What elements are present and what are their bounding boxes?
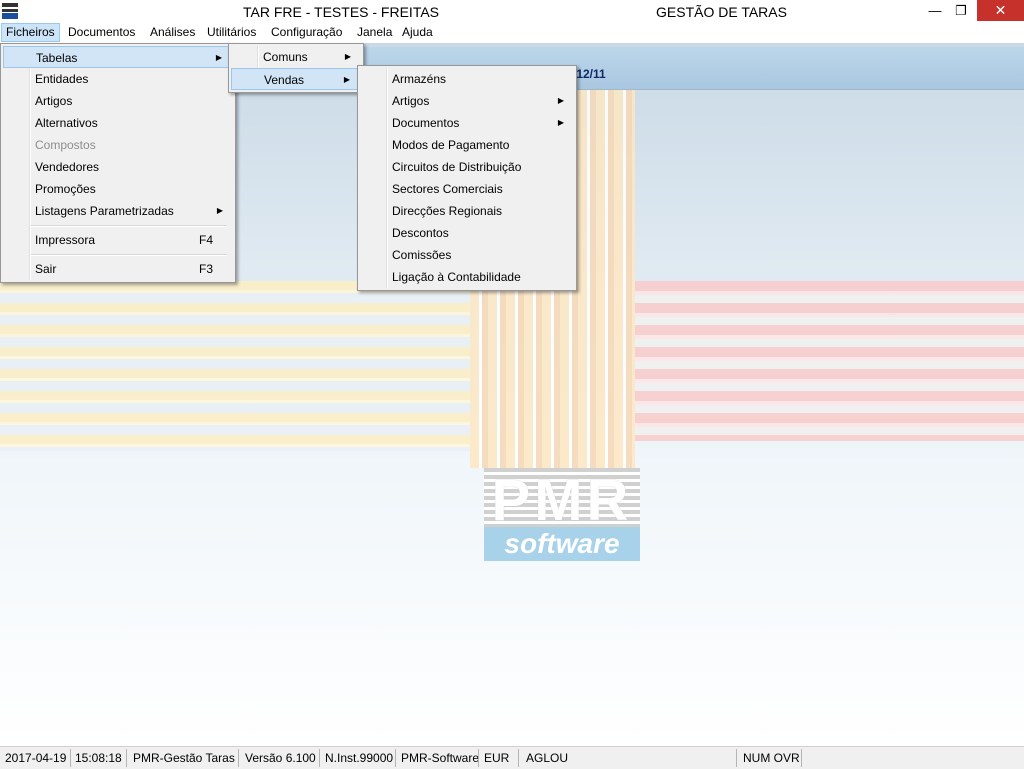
menu-configuracao[interactable]: Configuração: [267, 23, 346, 42]
menu-utilitarios[interactable]: Utilitários: [203, 23, 260, 42]
vendas-submenu: Armazéns Artigos ▶ Documentos ▶ Modos de…: [357, 65, 577, 291]
status-vendor: PMR-Software: [401, 751, 480, 765]
submenu-arrow-icon: ▶: [557, 96, 564, 105]
menu-item-vendas[interactable]: Vendas ▶: [231, 68, 361, 90]
status-date: 2017-04-19: [5, 751, 67, 765]
close-button[interactable]: ✕: [977, 0, 1024, 21]
restore-button[interactable]: ❐: [946, 0, 976, 21]
menu-item-promocoes[interactable]: Promoções: [3, 178, 233, 200]
menu-item-label: Circuitos de Distribuição: [392, 160, 522, 174]
menu-documentos[interactable]: Documentos: [64, 23, 139, 42]
menu-item-label: Comuns: [263, 50, 308, 64]
menu-item-label: Alternativos: [35, 116, 98, 130]
app-module-title: GESTÃO DE TARAS: [656, 4, 787, 20]
menu-item-compostos: Compostos: [3, 134, 233, 156]
status-installation: N.Inst.99000: [325, 751, 394, 765]
status-separator: [126, 749, 127, 767]
menu-item-comuns[interactable]: Comuns ▶: [231, 46, 361, 68]
app-icon[interactable]: [2, 3, 18, 19]
menu-item-label: Documentos: [392, 116, 460, 130]
menu-item-armazens[interactable]: Armazéns: [360, 68, 574, 90]
menu-ajuda[interactable]: Ajuda: [398, 23, 437, 42]
submenu-arrow-icon: ▶: [344, 52, 351, 61]
menu-separator: [31, 225, 227, 227]
submenu-arrow-icon: ▶: [216, 206, 223, 215]
status-app-name: PMR-Gestão Taras: [133, 751, 235, 765]
status-separator: [801, 749, 802, 767]
menu-item-alternativos[interactable]: Alternativos: [3, 112, 233, 134]
window-title: TAR FRE - TESTES - FREITAS: [243, 4, 440, 20]
pmr-logo-text: PMR: [491, 468, 633, 533]
menu-item-documentos-vendas[interactable]: Documentos ▶: [360, 112, 574, 134]
menu-item-label: Vendedores: [35, 160, 100, 174]
submenu-arrow-icon: ▶: [343, 75, 350, 84]
status-separator: [518, 749, 519, 767]
submenu-arrow-icon: ▶: [557, 118, 564, 127]
menu-item-label: Artigos: [392, 94, 430, 108]
menu-item-label: Compostos: [35, 138, 96, 152]
menu-ficheiros[interactable]: Ficheiros: [1, 23, 60, 42]
shortcut-label: F4: [198, 233, 213, 247]
menu-bar: Ficheiros Documentos Análises Utilitário…: [0, 23, 1024, 43]
status-bar: 2017-04-19 15:08:18 PMR-Gestão Taras Ver…: [0, 746, 1024, 769]
menu-item-label: Sectores Comerciais: [392, 182, 503, 196]
menu-item-entidades[interactable]: Entidades: [3, 68, 233, 90]
menu-item-artigos[interactable]: Artigos: [3, 90, 233, 112]
status-user: AGLOU: [526, 751, 569, 765]
menu-item-label: Direcções Regionais: [392, 204, 503, 218]
status-separator: [319, 749, 320, 767]
menu-item-label: Artigos: [35, 94, 73, 108]
software-logo-text: software: [504, 528, 620, 559]
status-separator: [478, 749, 479, 767]
background-decoration: [0, 281, 470, 451]
shortcut-label: F3: [198, 262, 213, 276]
menu-item-ligacao-contabilidade[interactable]: Ligação à Contabilidade: [360, 266, 574, 288]
submenu-arrow-icon: ▶: [215, 53, 222, 62]
menu-item-comissoes[interactable]: Comissões: [360, 244, 574, 266]
status-keys: NUM OVR: [743, 751, 800, 765]
status-separator: [736, 749, 737, 767]
status-separator: [70, 749, 71, 767]
menu-item-label: Entidades: [35, 72, 89, 86]
menu-item-label: Descontos: [392, 226, 449, 240]
background-decoration: [635, 281, 1024, 441]
software-logo: software: [484, 527, 640, 561]
menu-item-sair[interactable]: Sair F3: [3, 258, 233, 280]
menu-item-listagens-parametrizadas[interactable]: Listagens Parametrizadas ▶: [3, 200, 233, 222]
menu-janela[interactable]: Janela: [353, 23, 396, 42]
status-version: Versão 6.100: [245, 751, 316, 765]
menu-item-label: Listagens Parametrizadas: [35, 204, 174, 218]
menu-item-descontos[interactable]: Descontos: [360, 222, 574, 244]
menu-item-label: Modos de Pagamento: [392, 138, 510, 152]
menu-item-label: Sair: [35, 262, 57, 276]
pmr-logo: PMR: [484, 468, 640, 534]
menu-item-label: Impressora: [35, 233, 96, 247]
status-separator: [238, 749, 239, 767]
menu-item-tabelas[interactable]: Tabelas ▶: [3, 46, 233, 68]
menu-item-sectores-comerciais[interactable]: Sectores Comerciais: [360, 178, 574, 200]
menu-separator: [31, 254, 227, 256]
menu-item-vendedores[interactable]: Vendedores: [3, 156, 233, 178]
tabelas-submenu: Comuns ▶ Vendas ▶: [228, 43, 364, 93]
menu-item-label: Armazéns: [392, 72, 447, 86]
status-currency: EUR: [484, 751, 510, 765]
menu-item-circuitos-distribuicao[interactable]: Circuitos de Distribuição: [360, 156, 574, 178]
menu-item-label: Promoções: [35, 182, 96, 196]
status-time: 15:08:18: [75, 751, 122, 765]
menu-item-label: Comissões: [392, 248, 452, 262]
ficheiros-menu: Tabelas ▶ Entidades Artigos Alternativos…: [0, 43, 236, 283]
header-date: /12/11: [573, 67, 606, 81]
menu-item-modos-pagamento[interactable]: Modos de Pagamento: [360, 134, 574, 156]
menu-item-direccoes-regionais[interactable]: Direcções Regionais: [360, 200, 574, 222]
menu-item-impressora[interactable]: Impressora F4: [3, 229, 233, 251]
menu-analises[interactable]: Análises: [146, 23, 199, 42]
title-bar: TAR FRE - TESTES - FREITAS GESTÃO DE TAR…: [0, 0, 1024, 23]
status-separator: [395, 749, 396, 767]
menu-item-label: Vendas: [264, 73, 305, 87]
menu-item-label: Tabelas: [36, 51, 78, 65]
menu-item-artigos-vendas[interactable]: Artigos ▶: [360, 90, 574, 112]
menu-item-label: Ligação à Contabilidade: [392, 270, 521, 284]
